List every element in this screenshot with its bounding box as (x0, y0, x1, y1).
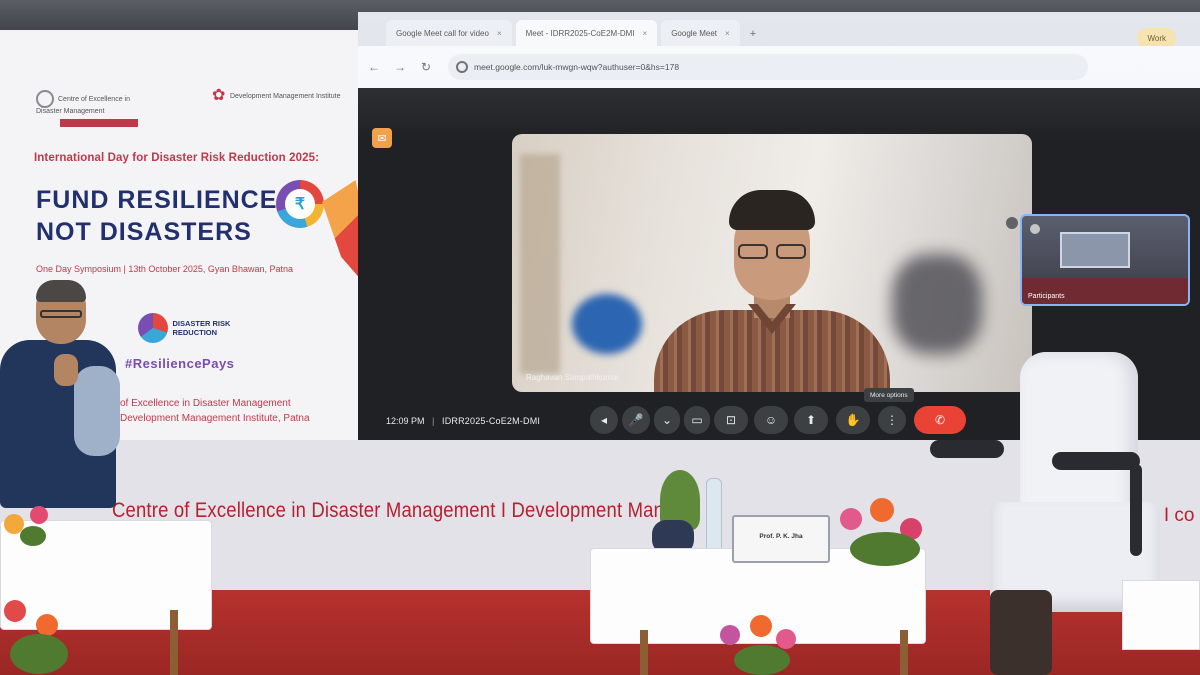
seated-dignitary (0, 280, 124, 510)
self-view-tile[interactable]: Participants (1020, 214, 1190, 306)
address-text: meet.google.com/luk-mwgn-wqw?authuser=0&… (474, 62, 680, 72)
event-details: One Day Symposium | 13th October 2025, G… (36, 264, 293, 274)
chair (930, 352, 1170, 612)
water-bottle (706, 478, 722, 554)
browser-tab-2[interactable]: Meet - IDRR2025-CoE2M-DMI × (515, 20, 658, 46)
flower-bouquet-floor-left (0, 590, 80, 675)
captions-icon[interactable]: ⊡ (714, 406, 748, 434)
emoji-icon[interactable]: ☺ (754, 406, 788, 434)
more-options-icon[interactable]: ⋮ (878, 406, 906, 434)
forward-icon[interactable]: → (392, 60, 408, 74)
mic-indicator-icon (1030, 224, 1040, 234)
standee-headline: FUND RESILIENCE, NOT DISASTERS (36, 184, 286, 248)
raise-hand-icon[interactable]: ✋ (836, 406, 870, 434)
address-bar[interactable]: meet.google.com/luk-mwgn-wqw?authuser=0&… (448, 54, 1088, 80)
dmi-emblem-icon: ✿ (212, 87, 226, 104)
camera-icon[interactable]: ▭ (684, 406, 710, 434)
coedm-logo-bar (60, 119, 138, 127)
coedm-emblem-icon (36, 90, 54, 108)
dmi-logo-text: Development Management Institute (229, 92, 341, 100)
browser-toolbar: ← → ↻ meet.google.com/luk-mwgn-wqw?authu… (358, 46, 1200, 88)
mic-icon[interactable]: 🎤 (622, 406, 650, 434)
idrr-logo-text: DISASTER RISK REDUCTION (172, 319, 231, 337)
name-plaque: Prof. P. K. Jha (732, 515, 830, 563)
flower-bouquet-left (0, 496, 70, 556)
browser-tab-3[interactable]: Google Meet × (661, 20, 740, 46)
reload-icon[interactable]: ↻ (418, 60, 434, 74)
flower-bouquet-center (830, 498, 950, 578)
browser-tab-strip: Google Meet call for video × Meet - IDRR2… (358, 12, 1200, 48)
speaker-person (642, 186, 902, 392)
back-icon[interactable]: ← (366, 60, 382, 74)
meet-app-icon: ✉ (372, 128, 392, 148)
headline-line-1: FUND RESILIENCE, (36, 186, 286, 214)
dmi-logo: ✿ Development Management Institute (212, 85, 342, 107)
camera-dropdown-icon[interactable]: ⌄ (654, 406, 680, 434)
self-view-label: Participants (1028, 293, 1065, 300)
plaque-name: Prof. P. K. Jha (759, 533, 803, 540)
close-tab-icon[interactable]: × (725, 29, 730, 38)
present-icon[interactable]: ⬆ (794, 406, 828, 434)
table-right (1122, 580, 1200, 650)
more-options-tooltip: More options (864, 388, 914, 402)
close-tab-icon[interactable]: × (497, 29, 502, 38)
separator: | (432, 416, 435, 426)
close-tab-icon[interactable]: × (643, 29, 648, 38)
pin-icon[interactable] (1006, 217, 1018, 229)
standee-footer-line-2: Development Management Institute, Patna (120, 413, 310, 424)
profile-pill[interactable]: Work (1137, 28, 1176, 48)
meeting-time: 12:09 PM (386, 416, 425, 426)
handbag (990, 590, 1052, 675)
idrr-ring-icon (138, 313, 168, 343)
meeting-code: IDRR2025-CoE2M-DMI (442, 416, 541, 426)
flower-bouquet-floor (710, 605, 810, 675)
coedm-logo: Centre of Excellence in Disaster Managem… (36, 90, 156, 127)
site-info-icon[interactable] (456, 61, 468, 73)
headline-line-2: NOT DISASTERS (36, 218, 252, 246)
standee-subtitle: International Day for Disaster Risk Redu… (34, 152, 320, 164)
plus-icon[interactable]: + (744, 28, 762, 46)
standee-footer-line-1: of Excellence in Disaster Management (120, 398, 291, 409)
hashtag: #ResiliencePays (125, 356, 235, 371)
speaker-name: Raghavan Sampathkumar (526, 373, 619, 382)
audio-settings-icon[interactable]: ◂ (590, 406, 618, 434)
browser-tab-1[interactable]: Google Meet call for video × (386, 20, 512, 46)
idrr-logo: DISASTER RISK REDUCTION (138, 313, 238, 343)
rupee-emblem-icon: ₹ (276, 180, 324, 228)
